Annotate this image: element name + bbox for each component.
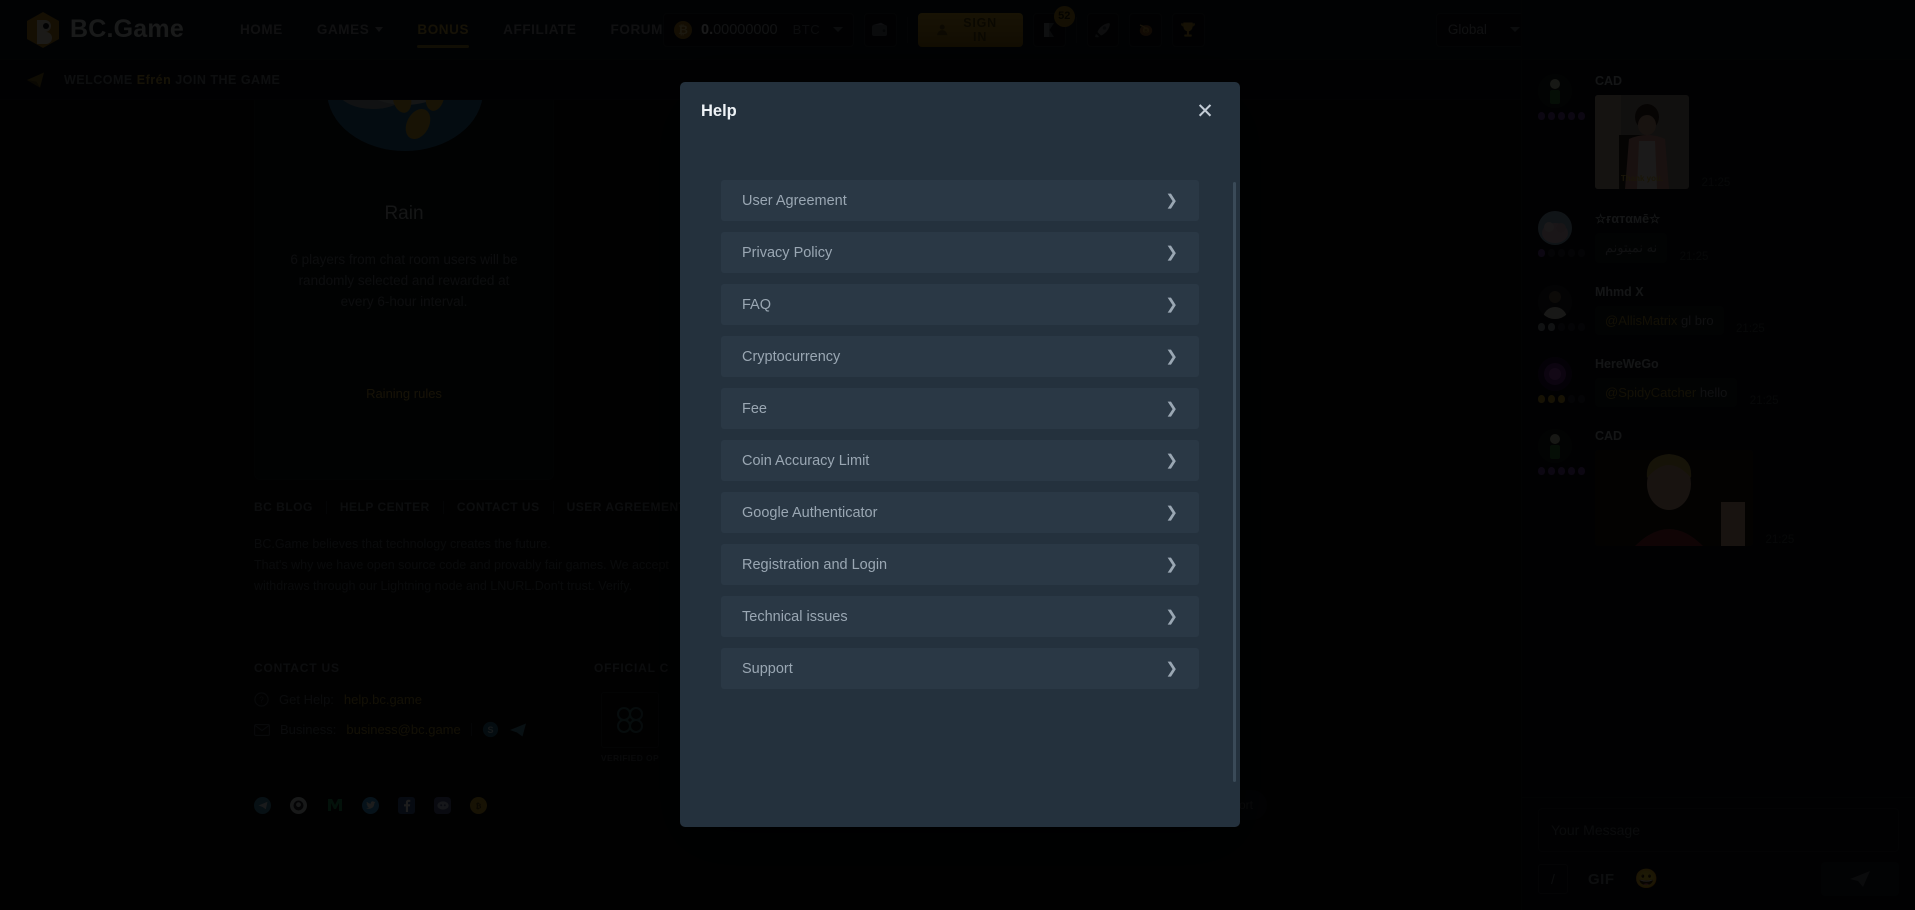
chevron-right-icon: ❯: [1165, 400, 1178, 417]
help-item-label: Fee: [742, 400, 767, 417]
help-item-google-authenticator[interactable]: Google Authenticator ❯: [721, 492, 1199, 533]
help-item-coin-accuracy-limit[interactable]: Coin Accuracy Limit ❯: [721, 440, 1199, 481]
modal-body[interactable]: User Agreement ❯ Privacy Policy ❯ FAQ ❯ …: [680, 140, 1240, 827]
help-item-label: Privacy Policy: [742, 244, 833, 261]
chevron-right-icon: ❯: [1165, 244, 1178, 261]
help-item-label: User Agreement: [742, 192, 847, 209]
help-item-technical-issues[interactable]: Technical issues ❯: [721, 596, 1199, 637]
help-item-registration-and-login[interactable]: Registration and Login ❯: [721, 544, 1199, 585]
help-modal: Help ✕ User Agreement ❯ Privacy Policy ❯…: [680, 82, 1240, 827]
help-item-label: Cryptocurrency: [742, 348, 841, 365]
help-item-label: FAQ: [742, 296, 772, 313]
help-item-support[interactable]: Support ❯: [721, 648, 1199, 689]
help-item-faq[interactable]: FAQ ❯: [721, 284, 1199, 325]
help-item-label: Support: [742, 660, 793, 677]
page-root: BC.Game HOME GAMES BONUS AFFILIATE FORUM…: [0, 0, 1915, 910]
close-icon[interactable]: ✕: [1190, 96, 1220, 126]
help-item-fee[interactable]: Fee ❯: [721, 388, 1199, 429]
help-item-privacy-policy[interactable]: Privacy Policy ❯: [721, 232, 1199, 273]
modal-header: Help ✕: [680, 82, 1240, 140]
help-item-user-agreement[interactable]: User Agreement ❯: [721, 180, 1199, 221]
modal-scrollbar[interactable]: [1233, 182, 1236, 782]
chevron-right-icon: ❯: [1165, 556, 1178, 573]
chevron-right-icon: ❯: [1165, 348, 1178, 365]
chevron-right-icon: ❯: [1165, 608, 1178, 625]
chevron-right-icon: ❯: [1165, 504, 1178, 521]
help-item-label: Google Authenticator: [742, 504, 878, 521]
chevron-right-icon: ❯: [1165, 296, 1178, 313]
help-item-label: Registration and Login: [742, 556, 888, 573]
help-item-cryptocurrency[interactable]: Cryptocurrency ❯: [721, 336, 1199, 377]
chevron-right-icon: ❯: [1165, 452, 1178, 469]
chevron-right-icon: ❯: [1165, 660, 1178, 677]
help-item-label: Technical issues: [742, 608, 848, 625]
chevron-right-icon: ❯: [1165, 192, 1178, 209]
modal-title: Help: [701, 101, 737, 120]
help-item-label: Coin Accuracy Limit: [742, 452, 870, 469]
